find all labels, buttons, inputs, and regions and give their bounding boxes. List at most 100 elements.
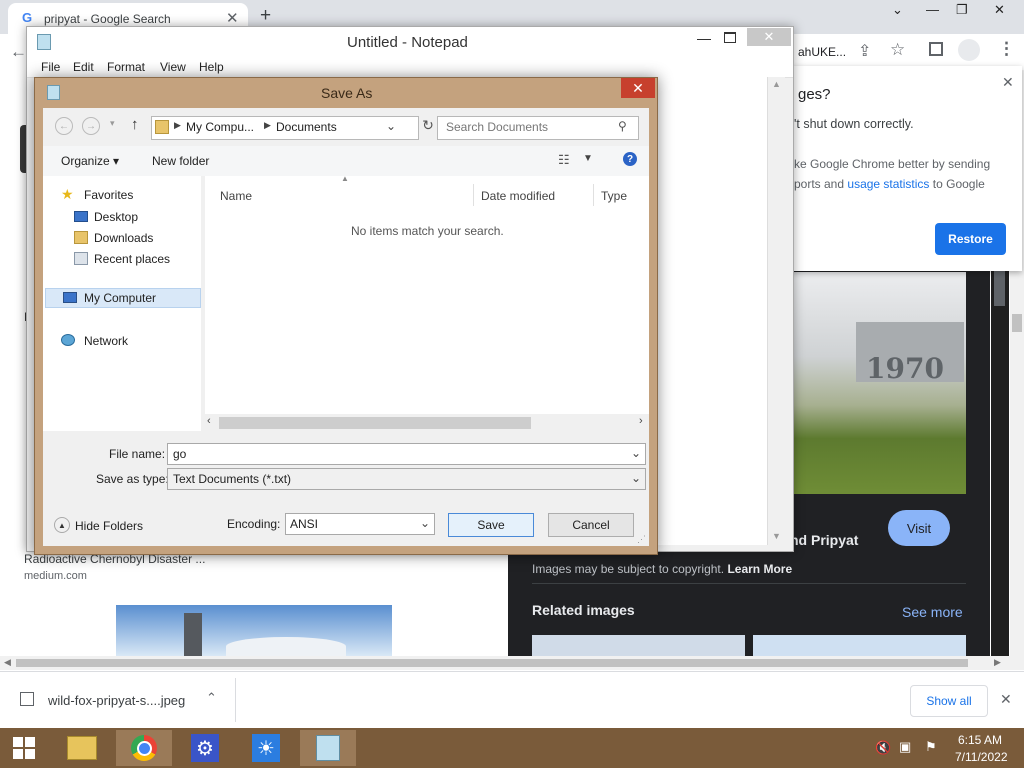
taskbar-weather[interactable]: ☀ [238, 730, 294, 766]
share-icon[interactable]: ⇪ [858, 41, 871, 61]
menu-file[interactable]: File [41, 60, 60, 74]
menu-edit[interactable]: Edit [73, 60, 94, 74]
related-image-1[interactable] [532, 635, 745, 656]
start-button[interactable] [0, 730, 48, 766]
usage-statistics-link[interactable]: usage statistics [847, 177, 929, 191]
address-bar[interactable]: ▶ My Compu... ▶ Documents ⌄ [151, 116, 419, 140]
help-icon[interactable]: ? [623, 152, 637, 166]
search-box[interactable]: Search Documents ⚲ [437, 116, 639, 140]
download-bar-close-icon[interactable]: ✕ [1000, 691, 1012, 708]
notepad-close-icon[interactable]: ✕ [747, 28, 791, 46]
network-tray-icon[interactable]: ▣ [899, 739, 911, 755]
nav-my-computer[interactable]: My Computer [45, 288, 201, 308]
nav-network[interactable]: Network [61, 332, 201, 350]
hide-folders-button[interactable]: ▲ Hide Folders [54, 517, 154, 535]
up-icon[interactable]: ↑ [131, 116, 139, 133]
restore-button[interactable]: Restore [935, 223, 1006, 255]
column-date-modified[interactable]: Date modified [481, 189, 555, 203]
scroll-right-icon[interactable]: ▶ [994, 657, 1001, 668]
minimize-icon[interactable]: — [926, 2, 939, 17]
view-options-icon[interactable]: ☷ [558, 152, 570, 168]
back-icon[interactable]: ← [55, 117, 73, 135]
notepad-titlebar[interactable]: Untitled - Notepad — ✕ [27, 27, 793, 57]
close-window-icon[interactable]: ✕ [994, 2, 1005, 18]
page-hscroll-thumb[interactable] [16, 659, 968, 667]
column-name[interactable]: Name [220, 189, 252, 203]
nav-downloads[interactable]: Downloads [74, 229, 201, 247]
new-folder-button[interactable]: New folder [152, 154, 209, 168]
file-list-hscroll[interactable]: ‹ › [205, 414, 649, 431]
clock-time[interactable]: 6:15 AM [958, 733, 1002, 747]
breadcrumb-my-computer[interactable]: My Compu... [186, 120, 254, 134]
search-icon[interactable]: ⚲ [618, 119, 627, 133]
save-as-type-select[interactable]: Text Documents (*.txt) ⌄ [167, 468, 646, 490]
column-divider[interactable] [593, 184, 594, 206]
column-divider[interactable] [473, 184, 474, 206]
refresh-icon[interactable]: ↻ [419, 117, 437, 137]
nav-recent-places[interactable]: Recent places [74, 250, 201, 268]
tab-search-icon[interactable]: ⌄ [892, 2, 903, 18]
menu-view[interactable]: View [160, 60, 186, 74]
volume-muted-icon[interactable]: 🔇 [875, 740, 891, 756]
taskbar-settings[interactable]: ⚙ [177, 730, 233, 766]
taskbar-file-explorer[interactable] [54, 730, 110, 766]
notepad-maximize-icon[interactable] [724, 32, 736, 43]
notepad-minimize-icon[interactable]: — [697, 30, 711, 46]
taskbar-notepad[interactable] [300, 730, 356, 766]
resize-grip-icon[interactable]: ⋰ [637, 534, 646, 545]
bookmark-star-icon[interactable]: ☆ [890, 40, 905, 60]
file-name-input[interactable]: go ⌄ [167, 443, 646, 465]
view-dropdown-icon[interactable]: ▼ [583, 153, 593, 164]
column-type[interactable]: Type [601, 189, 627, 203]
new-tab-icon[interactable]: + [260, 5, 271, 27]
profile-avatar-icon[interactable] [958, 39, 980, 61]
notepad-scroll-up-icon[interactable]: ▲ [772, 79, 781, 89]
show-all-button[interactable]: Show all [910, 685, 988, 717]
clock-date[interactable]: 7/11/2022 [955, 750, 1008, 764]
result-image[interactable] [116, 605, 392, 656]
hscroll-left-icon[interactable]: ‹ [207, 415, 211, 427]
file-name-dropdown-icon[interactable]: ⌄ [631, 446, 641, 460]
menu-kebab-icon[interactable]: ⋮ [998, 39, 1015, 59]
cancel-button[interactable]: Cancel [548, 513, 634, 537]
breadcrumb-documents[interactable]: Documents [276, 120, 337, 134]
outer-vscroll-thumb[interactable] [1012, 314, 1022, 332]
page-hscroll[interactable]: ◀ ▶ [0, 656, 1024, 670]
dialog-notepad-icon [47, 85, 60, 100]
forward-icon[interactable]: → [82, 117, 100, 135]
save-type-dropdown-icon[interactable]: ⌄ [631, 471, 641, 485]
scroll-left-icon[interactable]: ◀ [4, 657, 11, 668]
tab-close-icon[interactable]: ✕ [226, 9, 239, 27]
dialog-close-icon[interactable]: ✕ [621, 78, 655, 98]
side-panel-icon[interactable] [929, 42, 943, 56]
maximize-icon[interactable]: ❐ [956, 2, 968, 18]
hscroll-right-icon[interactable]: › [639, 415, 643, 427]
save-button[interactable]: Save [448, 513, 534, 537]
download-filename[interactable]: wild-fox-pripyat-s....jpeg [48, 693, 185, 708]
download-divider [235, 678, 236, 722]
nav-desktop[interactable]: Desktop [74, 208, 201, 226]
recent-dropdown-icon[interactable]: ▾ [110, 118, 115, 129]
menu-format[interactable]: Format [107, 60, 145, 74]
visit-button[interactable]: Visit [888, 510, 950, 546]
menu-help[interactable]: Help [199, 60, 224, 74]
encoding-dropdown-icon[interactable]: ⌄ [420, 516, 430, 530]
panel-photo[interactable]: 1970 [794, 272, 966, 494]
page-vscroll-thumb[interactable] [994, 270, 1005, 306]
address-dropdown-icon[interactable]: ⌄ [386, 119, 396, 133]
url-fragment[interactable]: ahUKE... [798, 45, 846, 59]
related-image-2[interactable] [753, 635, 966, 656]
organize-button[interactable]: Organize ▾ [61, 154, 119, 168]
popup-close-icon[interactable]: ✕ [1002, 74, 1014, 91]
back-icon[interactable]: ← [10, 42, 27, 62]
nav-favorites[interactable]: ★ Favorites [61, 186, 201, 204]
encoding-select[interactable]: ANSI ⌄ [285, 513, 435, 535]
notepad-scroll-down-icon[interactable]: ▼ [772, 531, 781, 541]
action-center-icon[interactable]: ⚑ [925, 739, 937, 755]
notepad-vscroll[interactable]: ▲ ▼ [767, 77, 785, 545]
learn-more-link[interactable]: Learn More [727, 562, 792, 576]
chevron-up-icon[interactable]: ⌃ [206, 690, 217, 706]
taskbar-chrome[interactable] [116, 730, 172, 766]
see-more-link[interactable]: See more [902, 604, 963, 620]
hscroll-thumb[interactable] [219, 417, 531, 429]
